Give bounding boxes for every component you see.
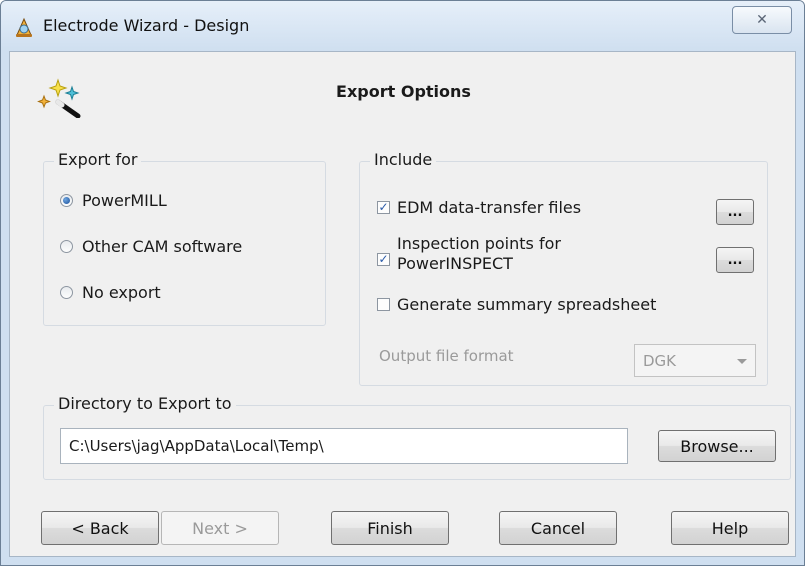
export-for-group: Export for PowerMILL Other CAM software …: [43, 150, 326, 326]
next-button[interactable]: Next >: [161, 511, 279, 545]
output-format-value: DGK: [643, 351, 677, 370]
radio-button[interactable]: [60, 194, 73, 207]
page-title: Export Options: [336, 82, 471, 101]
summary-label: Generate summary spreadsheet: [397, 295, 657, 314]
radio-button[interactable]: [60, 240, 73, 253]
radio-no-export[interactable]: No export: [60, 283, 161, 302]
app-icon: [16, 17, 32, 37]
chevron-down-icon: [737, 359, 747, 364]
directory-group: Directory to Export to C:\Users\jag\AppD…: [43, 394, 791, 480]
browse-button[interactable]: Browse...: [658, 430, 776, 462]
inspection-label: Inspection points for PowerINSPECT: [397, 234, 561, 274]
directory-path-value: C:\Users\jag\AppData\Local\Temp\: [69, 437, 324, 455]
include-title: Include: [370, 150, 437, 169]
close-button[interactable]: ✕: [732, 6, 792, 34]
edm-label: EDM data-transfer files: [397, 198, 582, 217]
back-button[interactable]: < Back: [41, 511, 159, 545]
inspection-browse-button[interactable]: ...: [716, 247, 754, 273]
cancel-label: Cancel: [530, 518, 586, 538]
output-format-label: Output file format: [379, 347, 514, 365]
inspection-checkbox[interactable]: ✓: [377, 252, 390, 266]
directory-path-input[interactable]: C:\Users\jag\AppData\Local\Temp\: [60, 428, 628, 464]
close-icon: ✕: [756, 12, 768, 28]
radio-no-export-label: No export: [82, 283, 161, 302]
title-bar: Electrode Wizard - Design ✕: [1, 1, 804, 51]
inspection-browse-label: ...: [727, 252, 743, 268]
radio-button[interactable]: [60, 286, 73, 299]
inspection-checkbox-row[interactable]: ✓ Inspection points for PowerINSPECT: [377, 234, 561, 274]
next-label: Next >: [192, 518, 248, 538]
radio-other-cam[interactable]: Other CAM software: [60, 237, 242, 256]
browse-label: Browse...: [680, 436, 754, 456]
dialog-window: Electrode Wizard - Design ✕ Export Optio…: [0, 0, 805, 566]
summary-checkbox[interactable]: [377, 298, 390, 311]
edm-checkbox-row[interactable]: ✓ EDM data-transfer files: [377, 198, 581, 217]
inspection-label-line2: PowerINSPECT: [397, 254, 513, 273]
output-format-select[interactable]: DGK: [634, 344, 756, 377]
help-button[interactable]: Help: [671, 511, 789, 545]
finish-button[interactable]: Finish: [331, 511, 449, 545]
finish-label: Finish: [367, 518, 413, 538]
edm-browse-button[interactable]: ...: [716, 199, 754, 225]
cancel-button[interactable]: Cancel: [499, 511, 617, 545]
radio-other-cam-label: Other CAM software: [82, 237, 243, 256]
back-label: < Back: [71, 518, 129, 538]
inspection-label-line1: Inspection points for: [397, 234, 561, 253]
summary-checkbox-row[interactable]: Generate summary spreadsheet: [377, 295, 656, 314]
help-label: Help: [711, 518, 749, 538]
directory-title: Directory to Export to: [54, 394, 236, 413]
radio-powermill-label: PowerMILL: [82, 191, 167, 210]
export-for-title: Export for: [54, 150, 142, 169]
window-title: Electrode Wizard - Design: [43, 16, 250, 35]
include-group: Include ✓ EDM data-transfer files ... ✓ …: [359, 150, 768, 386]
dialog-content: Export Options Export for PowerMILL Othe…: [9, 51, 796, 557]
edm-checkbox[interactable]: ✓: [377, 201, 390, 214]
edm-browse-label: ...: [727, 204, 743, 220]
radio-powermill[interactable]: PowerMILL: [60, 191, 167, 210]
